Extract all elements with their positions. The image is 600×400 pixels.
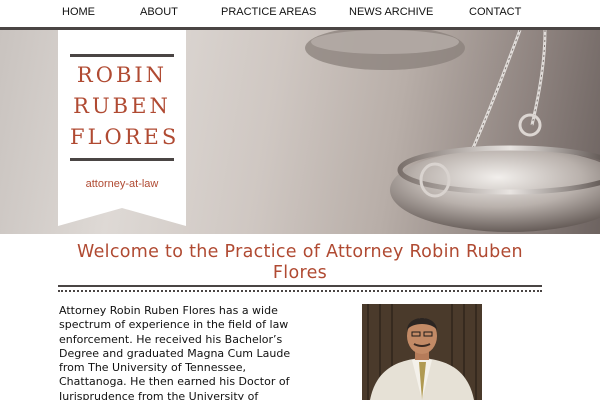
- nav-contact[interactable]: CONTACT: [469, 6, 521, 18]
- nav-about[interactable]: ABOUT: [140, 6, 178, 18]
- main-nav: HOME ABOUT PRACTICE AREAS NEWS ARCHIVE C…: [0, 0, 600, 27]
- attorney-portrait: [362, 304, 482, 400]
- banner-middle-name: RUBEN: [73, 94, 171, 118]
- intro-paragraph: Attorney Robin Ruben Flores has a wide s…: [59, 304, 291, 400]
- portrait-photo-icon: [362, 304, 482, 400]
- name-banner: ROBIN RUBEN FLORES attorney-at-law: [58, 30, 186, 226]
- nav-practice-areas[interactable]: PRACTICE AREAS: [221, 6, 316, 18]
- banner-subtitle: attorney-at-law: [85, 178, 159, 190]
- page-title: Welcome to the Practice of Attorney Robi…: [77, 242, 523, 283]
- banner-first-name: ROBIN: [76, 63, 168, 87]
- title-divider: [58, 285, 542, 287]
- banner-last-name: FLORES: [70, 125, 180, 149]
- title-dotted-divider: [58, 290, 542, 292]
- nav-home[interactable]: HOME: [62, 6, 95, 18]
- nav-news-archive[interactable]: NEWS ARCHIVE: [349, 6, 433, 18]
